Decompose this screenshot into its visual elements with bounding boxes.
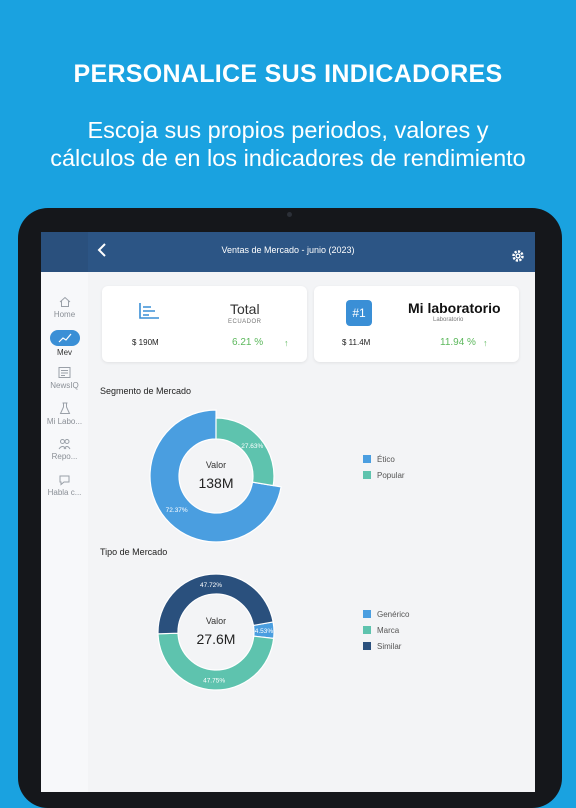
newspaper-icon bbox=[58, 367, 71, 378]
sidebar-item-label: Habla c... bbox=[47, 488, 82, 497]
app-header: Ventas de Mercado - junio (2023) bbox=[41, 232, 535, 272]
promo-subline: Escoja sus propios periodos, valores y c… bbox=[0, 116, 576, 172]
up-arrow-icon: ↑ bbox=[483, 338, 488, 348]
total-value: $ 190M bbox=[132, 338, 159, 347]
legend-swatch bbox=[363, 626, 371, 634]
lab-subtitle: Laboratorio bbox=[433, 317, 464, 323]
promo-subline-line-2: cálculos de en los indicadores de rendim… bbox=[50, 145, 526, 171]
sidebar-item-label: NewsIQ bbox=[50, 381, 79, 390]
center-label: Valor bbox=[206, 616, 226, 626]
legend-label: Similar bbox=[377, 642, 402, 651]
gear-icon[interactable] bbox=[511, 249, 525, 263]
sidebar-item-label: Repo... bbox=[51, 452, 78, 461]
legend-label: Ético bbox=[377, 455, 395, 464]
sidebar-item-newsiq[interactable]: NewsIQ bbox=[41, 366, 88, 390]
slice-label: 47.75% bbox=[203, 677, 225, 684]
total-card[interactable]: Total ECUADOR $ 190M 6.21 % ↑ bbox=[102, 286, 307, 362]
lab-percent: 11.94 % bbox=[440, 337, 476, 348]
chat-icon bbox=[59, 475, 70, 486]
page-title: Ventas de Mercado - junio (2023) bbox=[221, 245, 355, 255]
total-title: Total bbox=[230, 301, 260, 317]
sidebar-item-label: Mi Labo... bbox=[46, 417, 83, 426]
promo-subline-line-1: Escoja sus propios periodos, valores y bbox=[87, 117, 489, 143]
rank-badge: #1 bbox=[346, 300, 372, 326]
main-content: Total ECUADOR $ 190M 6.21 % ↑ #1 Mi labo… bbox=[88, 272, 535, 792]
center-label: Valor bbox=[206, 460, 226, 470]
lab-value: $ 11.4M bbox=[342, 338, 371, 347]
legend-item: Ético bbox=[363, 455, 395, 464]
sidebar-item-mev[interactable]: Mev bbox=[41, 330, 88, 357]
home-icon bbox=[59, 296, 70, 307]
bar-chart-icon bbox=[139, 303, 159, 319]
sidebar-item-label: Home bbox=[53, 310, 76, 319]
people-icon bbox=[58, 439, 71, 450]
sidebar: Home Mev NewsIQ Mi Labo... Repo... Habla… bbox=[41, 272, 88, 792]
legend-swatch bbox=[363, 455, 371, 463]
legend-item: Marca bbox=[363, 626, 399, 635]
slice-label: 4.53% bbox=[255, 628, 274, 635]
up-arrow-icon: ↑ bbox=[284, 338, 289, 348]
legend-swatch bbox=[363, 471, 371, 479]
legend-swatch bbox=[363, 610, 371, 618]
sidebar-item-mi-laboratorio[interactable]: Mi Labo... bbox=[41, 402, 88, 426]
sidebar-item-home[interactable]: Home bbox=[41, 296, 88, 319]
legend-swatch bbox=[363, 642, 371, 650]
legend-label: Marca bbox=[377, 626, 400, 635]
slice-label: 27.63% bbox=[241, 443, 263, 450]
lab-card[interactable]: #1 Mi laboratorio Laboratorio $ 11.4M 11… bbox=[314, 286, 519, 362]
camera-dot bbox=[287, 212, 292, 217]
legend-item: Popular bbox=[363, 471, 405, 480]
market-type-donut-chart: 4.53% 47.75% 47.72% Valor 27.6M bbox=[157, 573, 275, 691]
sidebar-item-habla[interactable]: Habla c... bbox=[41, 474, 88, 497]
center-value: 138M bbox=[198, 475, 233, 491]
market-type-section-title: Tipo de Mercado bbox=[100, 547, 168, 557]
legend-item: Genérico bbox=[363, 610, 409, 619]
slice-label: 47.72% bbox=[200, 582, 222, 589]
chart-icon bbox=[58, 333, 71, 343]
total-subtitle: ECUADOR bbox=[228, 319, 262, 325]
flask-icon bbox=[59, 402, 70, 414]
app-screen: Ventas de Mercado - junio (2023) Home Me… bbox=[41, 232, 535, 792]
lab-title: Mi laboratorio bbox=[408, 300, 501, 316]
sidebar-item-label: Mev bbox=[56, 348, 73, 357]
total-percent: 6.21 % bbox=[232, 337, 264, 348]
slice-label: 72.37% bbox=[166, 507, 188, 514]
segment-section-title: Segmento de Mercado bbox=[100, 386, 192, 396]
center-value: 27.6M bbox=[197, 631, 236, 647]
segment-donut-chart: 72.37% 27.63% Valor 138M bbox=[149, 409, 282, 543]
active-pill bbox=[49, 330, 80, 346]
legend-label: Genérico bbox=[377, 610, 410, 619]
sidebar-item-reportes[interactable]: Repo... bbox=[41, 438, 88, 461]
legend-item: Similar bbox=[363, 642, 401, 651]
legend-label: Popular bbox=[377, 471, 405, 480]
promo-headline: PERSONALICE SUS INDICADORES bbox=[73, 60, 503, 88]
